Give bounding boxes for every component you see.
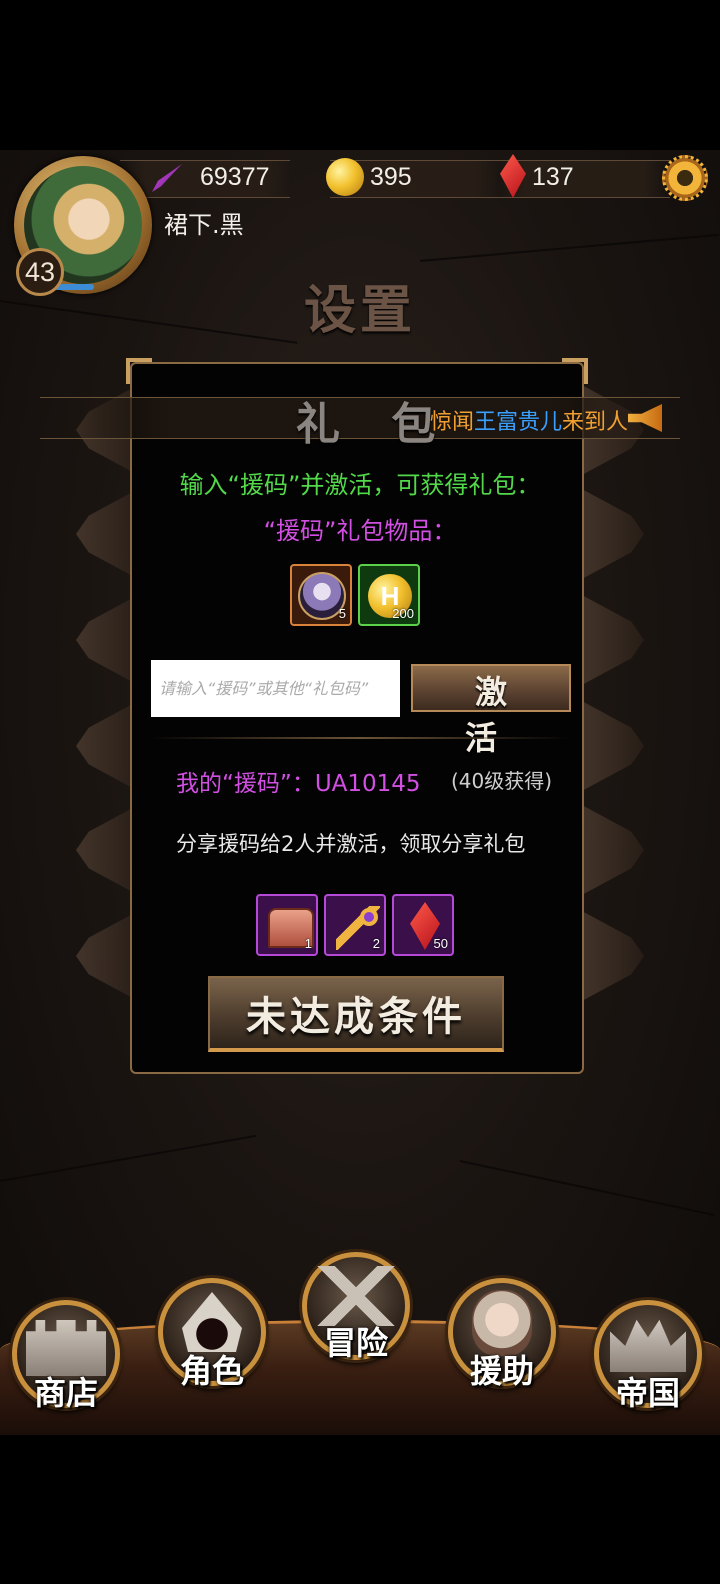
gift-code-input[interactable] [151,660,400,717]
coins-bar: 395 [326,158,500,198]
gift-instruction: 输入“援码”并激活，可获得礼包： [179,471,541,499]
announcement-ticker: 惊闻王富贵儿来到人 [430,404,628,436]
player-name: 裙下.黑 [164,211,244,239]
gift-items-label: “援码”礼包物品： [263,517,457,545]
nav-character[interactable]: 角色 [158,1278,266,1390]
gift-item-coins[interactable]: H 200 [358,564,420,626]
nav-label: 商店 [33,1374,98,1412]
gift-item-portrait[interactable]: 5 [290,564,352,626]
nav-shop[interactable]: 商店 [12,1300,120,1412]
nav-assist[interactable]: 援助 [448,1278,556,1390]
item-count: 200 [392,606,414,621]
gear-icon[interactable] [662,155,708,201]
item-count: 2 [372,936,380,951]
item-count: 50 [433,936,448,951]
nav-adventure[interactable]: 冒险 [302,1252,410,1362]
item-count: 5 [338,606,346,621]
ticker-player-name: 王富贵儿 [474,410,563,435]
page-title: 设置 [303,280,416,341]
my-code: 我的“援码”：UA10145 [176,771,421,797]
ticker-prefix: 惊闻 [430,410,475,435]
activate-button[interactable]: 激 活 [411,664,571,757]
nav-empire[interactable]: 帝国 [594,1300,702,1412]
item-count: 1 [304,936,312,951]
share-item-gem[interactable]: 50 [392,894,454,956]
coins-value: 395 [370,163,412,191]
nav-label: 援助 [469,1352,534,1390]
ticker-suffix: 来到人 [562,410,629,435]
crossed-swords-icon [312,1266,400,1326]
claim-share-gift-button[interactable]: 未达成条件 [208,976,504,1052]
gems-value: 137 [532,163,574,191]
share-item-key[interactable]: 2 [324,894,386,956]
nav-label: 角色 [179,1352,244,1390]
stamina-value: 69377 [200,163,270,191]
coin-icon [326,158,364,196]
nav-label: 冒险 [323,1324,388,1362]
nav-label: 帝国 [615,1374,680,1412]
share-item-chest[interactable]: 1 [256,894,318,956]
share-instruction: 分享援码给2人并激活，领取分享礼包 [176,832,526,856]
gems-bar: 137 [500,154,670,198]
divider [150,737,570,739]
my-code-note: (40级获得) [451,769,553,793]
